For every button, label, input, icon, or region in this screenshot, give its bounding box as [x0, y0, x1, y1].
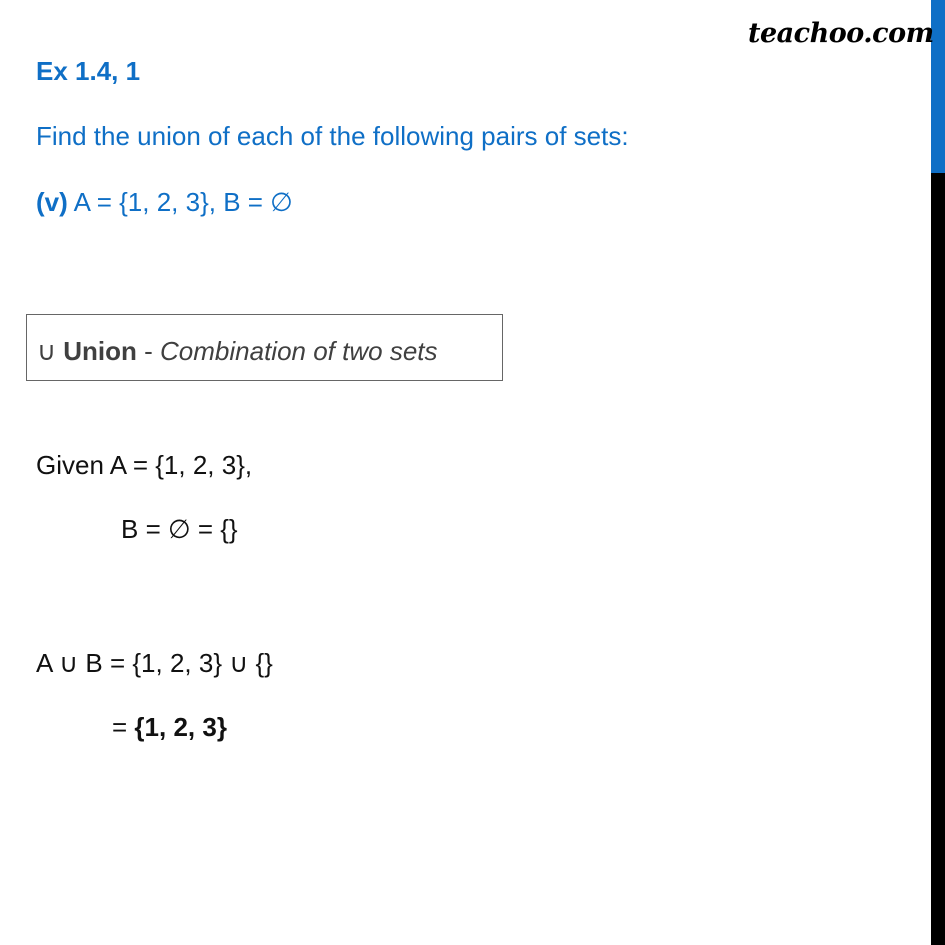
part-text: A = {1, 2, 3}, B = ∅	[67, 187, 293, 217]
definition-separator: -	[136, 336, 161, 366]
part-label: (v)	[36, 187, 68, 217]
equals-sign: =	[112, 712, 135, 742]
question-text: Find the union of each of the following …	[36, 121, 629, 151]
definition-text: ∪ Union - Combination of two sets	[37, 336, 438, 367]
exercise-title: Ex 1.4, 1	[36, 56, 141, 86]
union-symbol-icon: ∪	[37, 336, 64, 366]
side-accent-bar-black	[931, 173, 945, 945]
solution-step-2: = {1, 2, 3}	[112, 712, 227, 743]
final-answer: {1, 2, 3}	[134, 712, 227, 742]
given-a: Given A = {1, 2, 3},	[36, 450, 253, 480]
solution-step-1: A ∪ B = {1, 2, 3} ∪ {}	[36, 648, 273, 678]
definition-description: Combination of two sets	[160, 336, 438, 366]
teachoo-logo: teachoo.com	[748, 18, 934, 49]
given-b: B = ∅ = {}	[121, 514, 238, 544]
question-part: (v) A = {1, 2, 3}, B = ∅	[36, 187, 293, 218]
definition-term: Union	[63, 336, 137, 366]
